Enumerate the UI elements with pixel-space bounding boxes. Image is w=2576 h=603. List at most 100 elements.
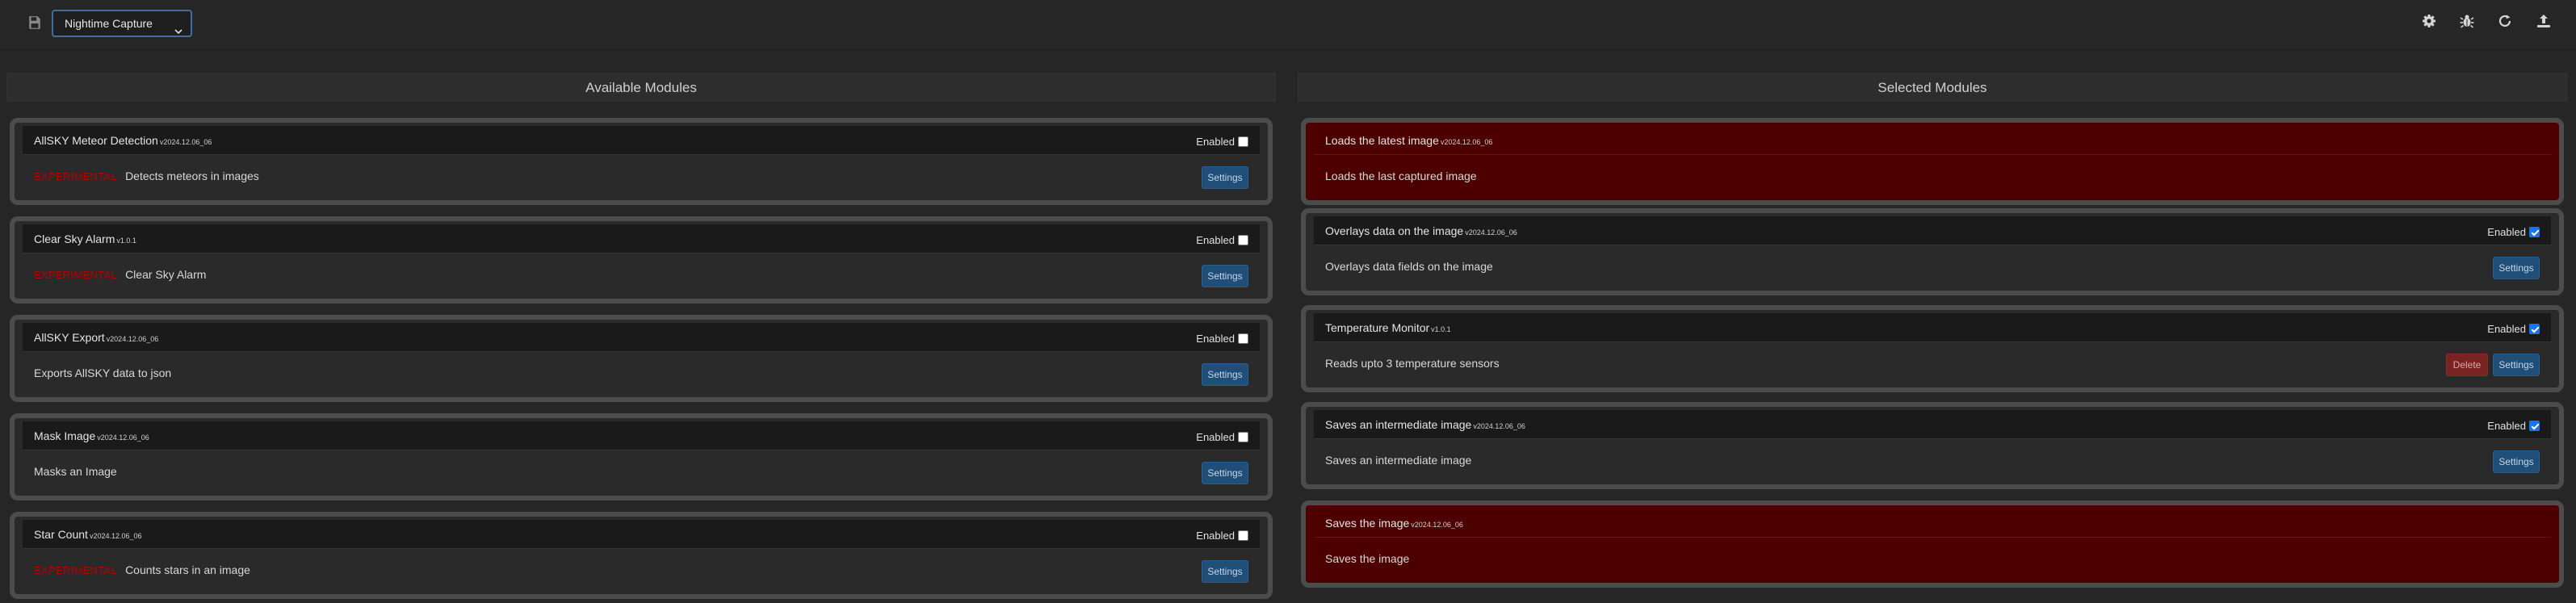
module-enabled-toggle[interactable]: Enabled <box>1196 431 1248 443</box>
module-title: Clear Sky Alarm v1.0.1 <box>34 232 136 245</box>
module-description: Loads the last captured image <box>1325 170 1477 182</box>
settings-button[interactable]: Settings <box>1202 166 1248 189</box>
module-description-row: EXPERIMENTAL Counts stars in an image <box>34 563 250 576</box>
module-description: Saves the image <box>1325 552 1410 565</box>
module-body: EXPERIMENTAL Clear Sky Alarm Settings <box>23 253 1260 295</box>
settings-button[interactable]: Settings <box>2493 450 2540 473</box>
module-title: Saves the image v2024.12.06_06 <box>1325 517 1463 530</box>
gear-icon[interactable] <box>2421 13 2437 29</box>
enabled-label: Enabled <box>1196 333 1235 345</box>
module-description: Reads upto 3 temperature sensors <box>1325 357 1500 370</box>
module-version: v2024.12.06_06 <box>159 138 212 146</box>
enabled-checkbox[interactable] <box>1238 333 1248 344</box>
module-version: v1.0.1 <box>116 237 136 245</box>
enabled-checkbox[interactable] <box>2529 227 2540 237</box>
enabled-checkbox[interactable] <box>2529 324 2540 334</box>
settings-button[interactable]: Settings <box>1202 363 1248 386</box>
module-body: Masks an Image Settings <box>23 450 1260 492</box>
enabled-label: Enabled <box>2487 226 2526 238</box>
module-enabled-toggle[interactable]: Enabled <box>1196 530 1248 542</box>
module-version: v2024.12.06_06 <box>97 433 149 442</box>
module-description: Counts stars in an image <box>125 563 250 576</box>
module-card-star-count: Star Count v2024.12.06_06 Enabled EXPERIM… <box>10 512 1273 599</box>
module-header: Clear Sky Alarm v1.0.1 Enabled <box>23 224 1260 253</box>
module-title: Temperature Monitor v1.0.1 <box>1325 321 1451 334</box>
selected-modules-title: Selected Modules <box>1298 73 2567 102</box>
module-header: AllSKY Meteor Detection v2024.12.06_06 En… <box>23 126 1260 155</box>
module-name: Clear Sky Alarm <box>34 232 115 245</box>
module-card-overlay: Overlays data on the image v2024.12.06_06… <box>1301 208 2564 295</box>
enabled-checkbox[interactable] <box>1238 530 1248 541</box>
module-enabled-toggle[interactable]: Enabled <box>2487 323 2540 335</box>
module-description-row: EXPERIMENTAL Detects meteors in images <box>34 170 259 182</box>
module-description: Clear Sky Alarm <box>125 268 207 281</box>
module-card-save-image: Saves the image v2024.12.06_06 Saves the … <box>1301 500 2564 588</box>
module-name: AllSKY Meteor Detection <box>34 134 158 147</box>
selected-modules-panel: Selected Modules Loads the latest image v… <box>1298 73 2567 603</box>
module-enabled-toggle[interactable]: Enabled <box>1196 333 1248 345</box>
event-select-value: Nightime Capture <box>65 17 153 30</box>
module-name: Loads the latest image <box>1325 134 1439 147</box>
module-description: Exports AllSKY data to json <box>34 366 172 379</box>
module-description: Masks an Image <box>34 465 117 478</box>
module-name: Temperature Monitor <box>1325 321 1430 334</box>
upload-icon[interactable] <box>2536 13 2552 29</box>
enabled-label: Enabled <box>1196 530 1235 542</box>
delete-button[interactable]: Delete <box>2446 354 2488 376</box>
module-enabled-toggle[interactable]: Enabled <box>2487 420 2540 432</box>
module-description-row: EXPERIMENTAL Clear Sky Alarm <box>34 268 206 281</box>
module-title: Mask Image v2024.12.06_06 <box>34 429 149 442</box>
enabled-checkbox[interactable] <box>2529 421 2540 431</box>
module-enabled-toggle[interactable]: Enabled <box>2487 226 2540 238</box>
module-version: v2024.12.06_06 <box>1411 521 1463 529</box>
settings-button[interactable]: Settings <box>2493 257 2540 279</box>
module-body: Exports AllSKY data to json Settings <box>23 352 1260 394</box>
experimental-label: EXPERIMENTAL <box>34 170 118 182</box>
enabled-checkbox[interactable] <box>1238 235 1248 245</box>
module-name: Saves the image <box>1325 517 1410 530</box>
module-version: v2024.12.06_06 <box>106 335 159 343</box>
module-card-mask-image: Mask Image v2024.12.06_06 Enabled Masks a… <box>10 413 1273 500</box>
top-toolbar: Nightime Capture <box>0 0 2576 50</box>
enabled-label: Enabled <box>2487 323 2526 335</box>
available-modules-title: Available Modules <box>6 73 1276 102</box>
save-icon[interactable] <box>27 15 42 30</box>
bug-icon[interactable] <box>2459 13 2475 29</box>
enabled-label: Enabled <box>2487 420 2526 432</box>
experimental-label: EXPERIMENTAL <box>34 564 118 576</box>
module-title: Overlays data on the image v2024.12.06_06 <box>1325 224 1517 237</box>
module-title: Loads the latest image v2024.12.06_06 <box>1325 134 1492 147</box>
module-body: Saves the image <box>1314 538 2551 580</box>
refresh-icon[interactable] <box>2497 13 2513 29</box>
available-modules-panel: Available Modules AllSKY Meteor Detectio… <box>6 73 1276 603</box>
event-select[interactable]: Nightime Capture <box>52 10 192 37</box>
enabled-checkbox[interactable] <box>1238 136 1248 147</box>
module-header: Loads the latest image v2024.12.06_06 <box>1314 126 2551 155</box>
module-version: v2024.12.06_06 <box>89 532 142 540</box>
module-body: Reads upto 3 temperature sensors Delete … <box>1314 342 2551 384</box>
module-header: Star Count v2024.12.06_06 Enabled <box>23 520 1260 549</box>
enabled-label: Enabled <box>1196 234 1235 246</box>
settings-button[interactable]: Settings <box>2493 354 2540 376</box>
experimental-label: EXPERIMENTAL <box>34 269 118 281</box>
settings-button[interactable]: Settings <box>1202 265 1248 287</box>
module-header: AllSKY Export v2024.12.06_06 Enabled <box>23 323 1260 352</box>
module-title: Star Count v2024.12.06_06 <box>34 528 142 541</box>
module-name: Mask Image <box>34 429 96 442</box>
settings-button[interactable]: Settings <box>1202 560 1248 583</box>
module-enabled-toggle[interactable]: Enabled <box>1196 234 1248 246</box>
module-header: Saves the image v2024.12.06_06 <box>1314 509 2551 538</box>
module-description: Saves an intermediate image <box>1325 454 1472 467</box>
enabled-checkbox[interactable] <box>1238 432 1248 442</box>
module-title: AllSKY Meteor Detection v2024.12.06_06 <box>34 134 212 147</box>
module-header: Overlays data on the image v2024.12.06_06… <box>1314 216 2551 245</box>
module-title: AllSKY Export v2024.12.06_06 <box>34 331 158 344</box>
module-card-clear-sky-alarm: Clear Sky Alarm v1.0.1 Enabled EXPERIMENT… <box>10 216 1273 304</box>
enabled-label: Enabled <box>1196 136 1235 148</box>
module-version: v1.0.1 <box>1431 325 1451 333</box>
module-body: Loads the last captured image <box>1314 155 2551 197</box>
chevron-down-icon <box>174 19 183 35</box>
settings-button[interactable]: Settings <box>1202 462 1248 484</box>
module-enabled-toggle[interactable]: Enabled <box>1196 136 1248 148</box>
module-card-load-image: Loads the latest image v2024.12.06_06 Loa… <box>1301 118 2564 205</box>
